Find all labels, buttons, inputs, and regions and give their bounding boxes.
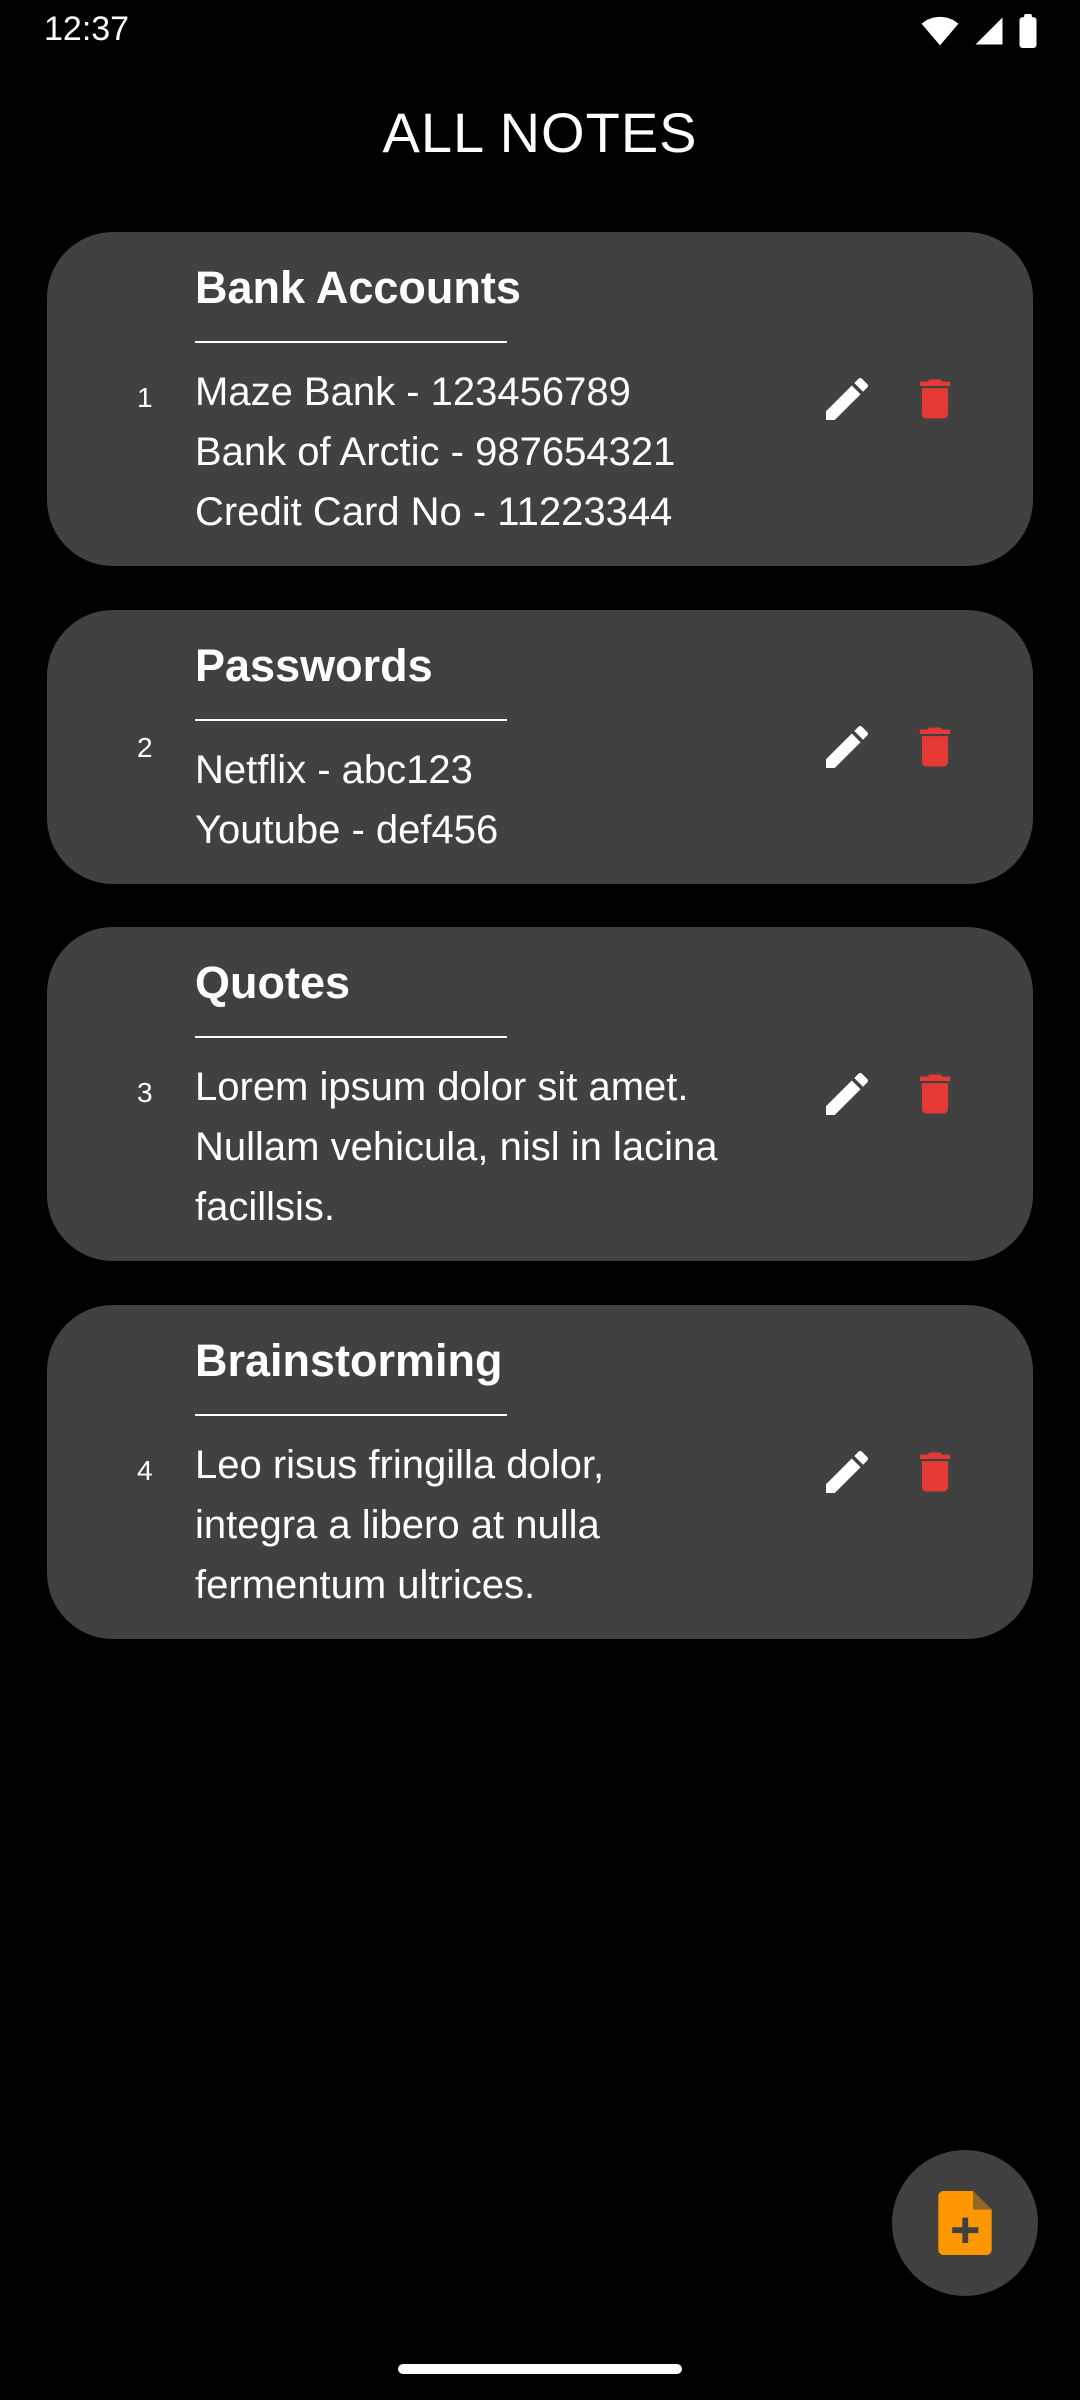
note-body: Maze Bank - 123456789 Bank of Arctic - 9… [195,362,795,542]
battery-icon [1018,14,1038,48]
note-line: Credit Card No - 11223344 [195,490,673,534]
note-line: fermentum ultrices. [195,1563,536,1607]
note-card[interactable]: 1 Bank Accounts Maze Bank - 123456789 Ba… [47,232,1033,566]
title-divider [195,1414,507,1416]
note-card[interactable]: 4 Brainstorming Leo risus fringilla dolo… [47,1305,1033,1639]
delete-button[interactable] [903,367,967,431]
status-bar: 12:37 [0,0,1080,64]
delete-button[interactable] [903,1440,967,1504]
edit-button[interactable] [815,1440,879,1504]
note-index: 1 [137,382,153,413]
note-line: Nullam vehicula, nisl in lacina [195,1125,718,1169]
note-title: Quotes [195,957,351,1008]
edit-button[interactable] [815,367,879,431]
note-line: Lorem ipsum dolor sit amet. [195,1065,689,1109]
trash-icon [919,379,951,419]
note-index: 3 [137,1077,153,1108]
note-line: Netflix - abc123 [195,748,473,792]
trash-icon [919,727,951,767]
trash-icon [919,1452,951,1492]
note-line: Maze Bank - 123456789 [195,370,631,414]
edit-button[interactable] [815,715,879,779]
note-line: facillsis. [195,1185,336,1229]
page-title: ALL NOTES [382,101,698,164]
status-time: 12:37 [44,10,130,48]
signal-icon [974,15,1004,47]
add-note-button[interactable] [892,2150,1038,2296]
note-body: Leo risus fringilla dolor, integra a lib… [195,1435,795,1615]
note-body: Lorem ipsum dolor sit amet. Nullam vehic… [195,1057,795,1237]
title-divider [195,341,507,343]
pencil-icon [826,1450,869,1493]
pencil-icon [826,1072,869,1115]
note-title: Brainstorming [195,1335,503,1386]
notes-screen: 12:37 ALL NOTES 1 Bank Accounts Maze Ban… [0,0,1080,2400]
note-line: Bank of Arctic - 987654321 [195,430,676,474]
pencil-icon [826,725,869,768]
delete-button[interactable] [903,715,967,779]
status-icons [920,14,1038,48]
note-title: Bank Accounts [195,262,521,313]
gesture-bar[interactable] [398,2364,682,2374]
note-line: Youtube - def456 [195,808,499,852]
note-card[interactable]: 3 Quotes Lorem ipsum dolor sit amet. Nul… [47,927,1033,1261]
note-index: 2 [137,732,153,763]
note-add-icon [938,2191,992,2255]
note-line: Leo risus fringilla dolor, [195,1443,605,1487]
note-card[interactable]: 2 Passwords Netflix - abc123 Youtube - d… [47,610,1033,884]
edit-button[interactable] [815,1062,879,1126]
note-index: 4 [137,1455,153,1486]
note-title: Passwords [195,640,433,691]
trash-icon [919,1074,951,1114]
title-divider [195,719,507,721]
note-line: integra a libero at nulla [195,1503,600,1547]
pencil-icon [826,377,869,420]
note-body: Netflix - abc123 Youtube - def456 [195,740,795,860]
delete-button[interactable] [903,1062,967,1126]
wifi-icon [920,15,960,47]
title-divider [195,1036,507,1038]
